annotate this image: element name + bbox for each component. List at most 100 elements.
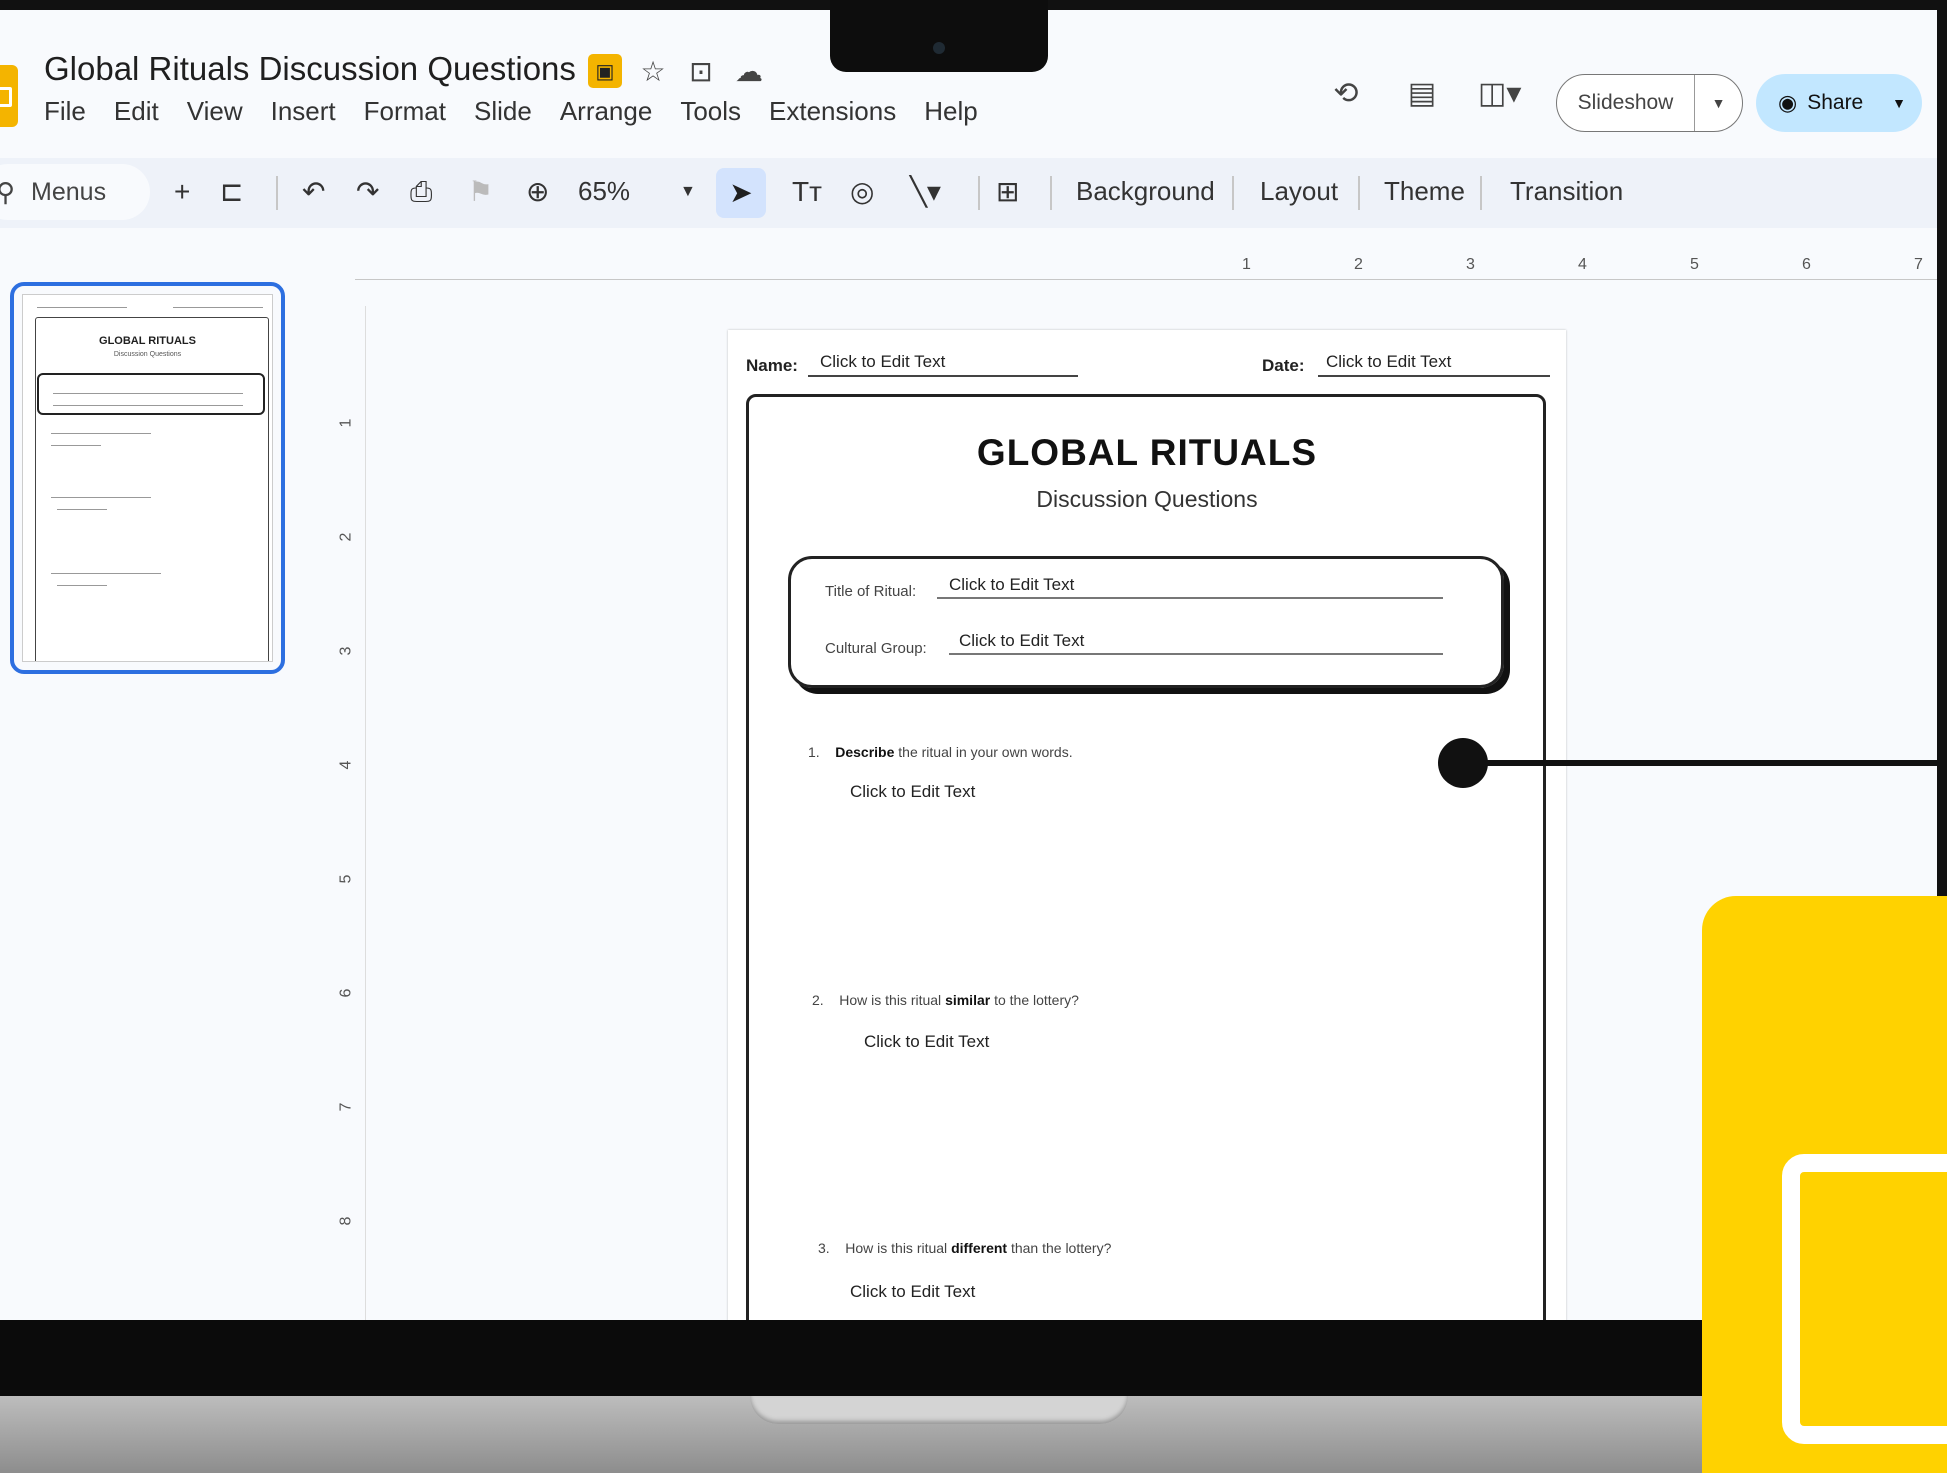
laptop-opening-notch [750,1396,1128,1424]
menu-help[interactable]: Help [924,96,977,127]
ruler-number: 2 [1354,256,1363,273]
search-menus[interactable]: ⚲ Menus [0,164,150,220]
star-icon[interactable]: ☆ [636,54,670,88]
thumb-box [37,373,265,415]
slide-canvas[interactable]: Name: Click to Edit Text Date: Click to … [728,330,1566,1320]
answer-3[interactable]: Click to Edit Text [850,1282,975,1302]
share-button[interactable]: ◉ Share ▼ [1756,74,1922,132]
undo-icon[interactable]: ↶ [302,172,325,212]
ritual-field[interactable]: Click to Edit Text [949,575,1074,595]
paint-format-icon[interactable]: ⚑ [468,172,493,212]
comments-icon[interactable]: ▤ [1402,76,1442,111]
worksheet-subtitle[interactable]: Discussion Questions [728,486,1566,513]
slides-logo-icon[interactable] [0,65,18,127]
menu-file[interactable]: File [44,96,86,127]
question-text: the ritual in your own words. [894,744,1073,760]
document-title[interactable]: Global Rituals Discussion Questions [44,50,576,88]
transition-button[interactable]: Transition [1510,176,1623,207]
new-slide-icon[interactable]: + [174,172,190,212]
menu-edit[interactable]: Edit [114,96,159,127]
group-field[interactable]: Click to Edit Text [959,631,1084,651]
new-slide-layout-icon[interactable]: ⊏ [220,172,243,212]
question-2: 2. How is this ritual similar to the lot… [812,992,1079,1008]
menu-tools[interactable]: Tools [680,96,741,127]
search-icon: ⚲ [0,176,16,207]
thumb-line [51,573,161,574]
camera-icon [933,42,945,54]
vertical-ruler[interactable]: 1 2 3 4 5 6 7 8 [337,306,366,1320]
question-3: 3. How is this ritual different than the… [818,1240,1111,1256]
select-tool-icon[interactable]: ➤ [716,168,766,218]
thumb-line [51,445,101,446]
line-icon[interactable]: ╲▾ [910,172,941,212]
ruler-number: 5 [1690,256,1699,273]
question-number: 2. [812,992,824,1008]
thumb-line [57,509,107,510]
ruler-number: 5 [337,874,355,884]
toolbar-divider [1480,176,1482,210]
version-history-icon[interactable]: ⟲ [1326,76,1366,111]
callout-line [1462,760,1937,766]
zoom-level[interactable]: 65% [578,176,630,207]
search-menus-label: Menus [31,177,107,206]
title-icons: ▣ ☆ ⊡ ☁ [588,54,766,88]
slides-file-type-icon[interactable]: ▣ [588,54,622,88]
toolbar-divider [1358,176,1360,210]
slideshow-button[interactable]: Slideshow ▼ [1556,74,1743,132]
menu-bar: File Edit View Insert Format Slide Arran… [44,96,1006,127]
move-folder-icon[interactable]: ⊡ [684,54,718,88]
menu-slide[interactable]: Slide [474,96,532,127]
meet-camera-icon[interactable]: ◫▾ [1478,76,1521,111]
redo-icon[interactable]: ↷ [356,172,379,212]
thumb-line [53,405,243,406]
layout-button[interactable]: Layout [1260,176,1338,207]
thumb-title: GLOBAL RITUALS [99,335,196,347]
date-field[interactable]: Click to Edit Text [1326,352,1451,372]
name-field[interactable]: Click to Edit Text [820,352,945,372]
thumb-line [57,585,107,586]
date-label: Date: [1262,356,1305,375]
toolbar: ⚲ Menus + ⊏ ↶ ↷ ⎙ ⚑ ⊕ 65% ▼ ➤ Tт ◎ ╲▾ ⊞ … [0,158,1937,228]
share-dropdown-icon[interactable]: ▼ [1892,95,1906,111]
question-bold: Describe [835,744,895,760]
answer-2[interactable]: Click to Edit Text [864,1032,989,1052]
cloud-status-icon[interactable]: ☁ [732,54,766,88]
question-text: How is this ritual [839,992,946,1008]
thumb-line [51,497,151,498]
answer-1[interactable]: Click to Edit Text [850,782,975,802]
menu-arrange[interactable]: Arrange [560,96,653,127]
question-text: than the lottery? [1007,1240,1112,1256]
ruler-number: 6 [337,988,355,998]
insert-comment-icon[interactable]: ⊞ [996,172,1019,212]
toolbar-divider [978,176,980,210]
globe-icon: ◉ [1778,90,1798,115]
zoom-dropdown-icon[interactable]: ▼ [680,172,696,212]
ruler-number: 3 [337,646,355,656]
ruler-number: 6 [1802,256,1811,273]
group-underline [949,653,1443,655]
print-icon[interactable]: ⎙ [410,172,432,212]
ruler-number: 8 [337,1216,355,1226]
text-box-icon[interactable]: Tт [792,172,822,212]
ruler-number: 4 [337,760,355,770]
name-label: Name: [746,356,798,375]
menu-view[interactable]: View [187,96,243,127]
horizontal-ruler[interactable]: 1 2 3 4 5 6 7 [355,256,1937,280]
share-label: Share [1807,91,1864,114]
background-button[interactable]: Background [1076,176,1215,207]
laptop-bottom-bezel [0,1320,1947,1396]
slideshow-label[interactable]: Slideshow [1557,75,1695,131]
theme-button[interactable]: Theme [1384,176,1465,207]
menu-insert[interactable]: Insert [271,96,336,127]
app-window: Global Rituals Discussion Questions ▣ ☆ … [0,10,1937,1320]
date-underline [1318,375,1550,377]
ritual-underline [937,597,1443,599]
slide-thumbnail[interactable]: GLOBAL RITUALS Discussion Questions [10,282,285,674]
shape-icon[interactable]: ◎ [850,172,874,212]
zoom-icon[interactable]: ⊕ [526,172,549,212]
worksheet-title[interactable]: GLOBAL RITUALS [728,432,1566,474]
menu-format[interactable]: Format [364,96,446,127]
menu-extensions[interactable]: Extensions [769,96,896,127]
question-text: How is this ritual [845,1240,952,1256]
slideshow-dropdown-icon[interactable]: ▼ [1695,95,1742,111]
